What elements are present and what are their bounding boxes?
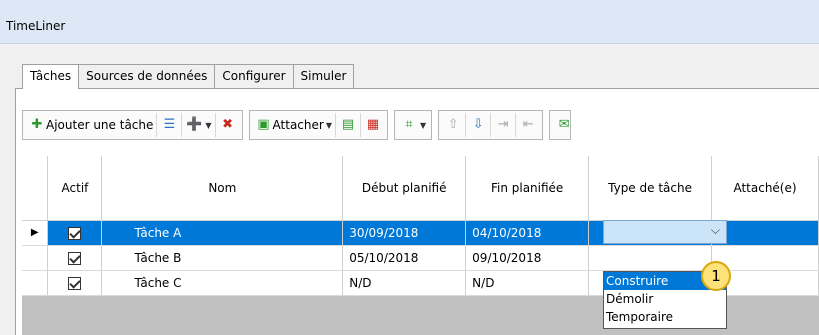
header-indicator xyxy=(22,156,49,221)
table-row[interactable]: Tâche B 05/10/2018 09/10/2018 xyxy=(22,245,819,271)
row-indicator xyxy=(22,245,49,271)
option-demolir[interactable]: Démolir xyxy=(604,290,726,308)
tab-taches[interactable]: Tâches xyxy=(22,64,80,89)
chevron-down-icon: ▼ xyxy=(205,120,212,130)
row-indicator-icon: ▶ xyxy=(22,220,49,246)
chevron-down-icon[interactable]: ⌵ xyxy=(711,223,720,238)
comment-icon: ✉ xyxy=(558,117,570,132)
row-active-checkbox[interactable] xyxy=(47,245,103,271)
delete-task-button[interactable]: ✖ xyxy=(216,113,240,137)
indent-button[interactable]: ⇥ xyxy=(491,113,517,137)
callout-badge: 1 xyxy=(701,261,731,291)
chevron-down-icon: ▼ xyxy=(325,120,332,130)
checkbox-checked-icon xyxy=(68,226,82,240)
header-debut-planifie[interactable]: Début planifié xyxy=(342,156,467,221)
add-task-icon: ✚ xyxy=(31,117,43,132)
toolbar-group-tasks: ✚ Ajouter une tâche ☰ ➕ ▼ ✖ xyxy=(22,110,243,140)
indent-icon: ⇥ xyxy=(497,117,509,132)
chevron-down-icon: ▼ xyxy=(419,120,427,130)
move-down-button[interactable]: ⇩ xyxy=(466,113,492,137)
task-type-combobox[interactable]: ⌵ xyxy=(603,220,727,244)
row-start[interactable]: 30/09/2018 xyxy=(342,220,467,246)
delete-task-icon: ✖ xyxy=(222,117,233,132)
toolbar-group-comment: ✉ xyxy=(549,110,572,140)
header-actif[interactable]: Actif xyxy=(47,156,103,221)
row-end[interactable]: N/D xyxy=(465,270,590,296)
outdent-icon: ⇤ xyxy=(522,117,534,132)
add-task-button[interactable]: ✚ Ajouter une tâche xyxy=(25,113,158,137)
row-end[interactable]: 09/10/2018 xyxy=(465,245,590,271)
auto-add-tasks-button[interactable]: ☰ xyxy=(157,113,183,137)
checkbox-checked-icon xyxy=(68,251,82,265)
add-task-label: Ajouter une tâche xyxy=(46,118,154,132)
attach-label: Attacher xyxy=(272,118,324,132)
row-active-checkbox[interactable] xyxy=(47,270,103,296)
auto-add-tasks-icon: ☰ xyxy=(163,117,176,132)
tab-configurer[interactable]: Configurer xyxy=(214,64,294,88)
toolbar-group-attach: ▣ Attacher ▼ ▤ ▦ xyxy=(248,110,388,140)
find-items-icon: ⌗ xyxy=(405,117,413,132)
attach-icon: ▣ xyxy=(257,117,270,132)
row-type[interactable] xyxy=(588,245,712,271)
auto-attach-button[interactable]: ▤ xyxy=(336,113,361,137)
tab-strip: Tâches Sources de données Configurer Sim… xyxy=(22,64,355,89)
header-attache[interactable]: Attaché(e) xyxy=(711,156,819,221)
find-items-button[interactable]: ⌗ ▼ xyxy=(397,113,429,137)
move-down-icon: ⇩ xyxy=(472,117,484,132)
comment-button[interactable]: ✉ xyxy=(552,113,570,137)
row-name[interactable]: Tâche B xyxy=(101,245,344,271)
row-start[interactable]: 05/10/2018 xyxy=(342,245,467,271)
window-title: TimeLiner xyxy=(6,19,66,33)
row-end[interactable]: 04/10/2018 xyxy=(465,220,590,246)
row-name[interactable]: Tâche A xyxy=(101,220,344,246)
header-fin-planifiee[interactable]: Fin planifiée xyxy=(465,156,590,221)
tab-simuler[interactable]: Simuler xyxy=(292,64,355,88)
clear-attach-button[interactable]: ▦ xyxy=(361,113,385,137)
tab-sources-de-donnees[interactable]: Sources de données xyxy=(78,64,216,88)
auto-attach-icon: ▤ xyxy=(341,117,355,132)
row-name[interactable]: Tâche C xyxy=(101,270,344,296)
option-temporaire[interactable]: Temporaire xyxy=(604,308,726,326)
header-row: Actif Nom Début planifié Fin planifiée T… xyxy=(22,156,819,221)
row-attached[interactable] xyxy=(711,220,819,246)
toolbar-group-order: ⇧ ⇩ ⇥ ⇤ xyxy=(438,110,544,140)
checkbox-checked-icon xyxy=(68,276,82,290)
move-up-icon: ⇧ xyxy=(447,117,459,132)
toolbar: ✚ Ajouter une tâche ☰ ➕ ▼ ✖ ▣ Attacher ▼ ▤… xyxy=(22,110,572,140)
insert-task-button[interactable]: ➕ ▼ xyxy=(182,113,216,137)
attach-button[interactable]: ▣ Attacher ▼ xyxy=(252,113,336,137)
row-indicator xyxy=(22,270,49,296)
clear-attach-icon: ▦ xyxy=(366,117,380,132)
header-type-de-tache[interactable]: Type de tâche xyxy=(588,156,712,221)
row-active-checkbox[interactable] xyxy=(47,220,103,246)
insert-task-icon: ➕ xyxy=(186,117,203,132)
title-bar: TimeLiner xyxy=(0,0,819,44)
header-nom[interactable]: Nom xyxy=(101,156,344,221)
move-up-button[interactable]: ⇧ xyxy=(441,113,467,137)
row-start[interactable]: N/D xyxy=(342,270,467,296)
toolbar-group-find: ⌗ ▼ xyxy=(393,110,433,140)
outdent-button[interactable]: ⇤ xyxy=(516,113,540,137)
